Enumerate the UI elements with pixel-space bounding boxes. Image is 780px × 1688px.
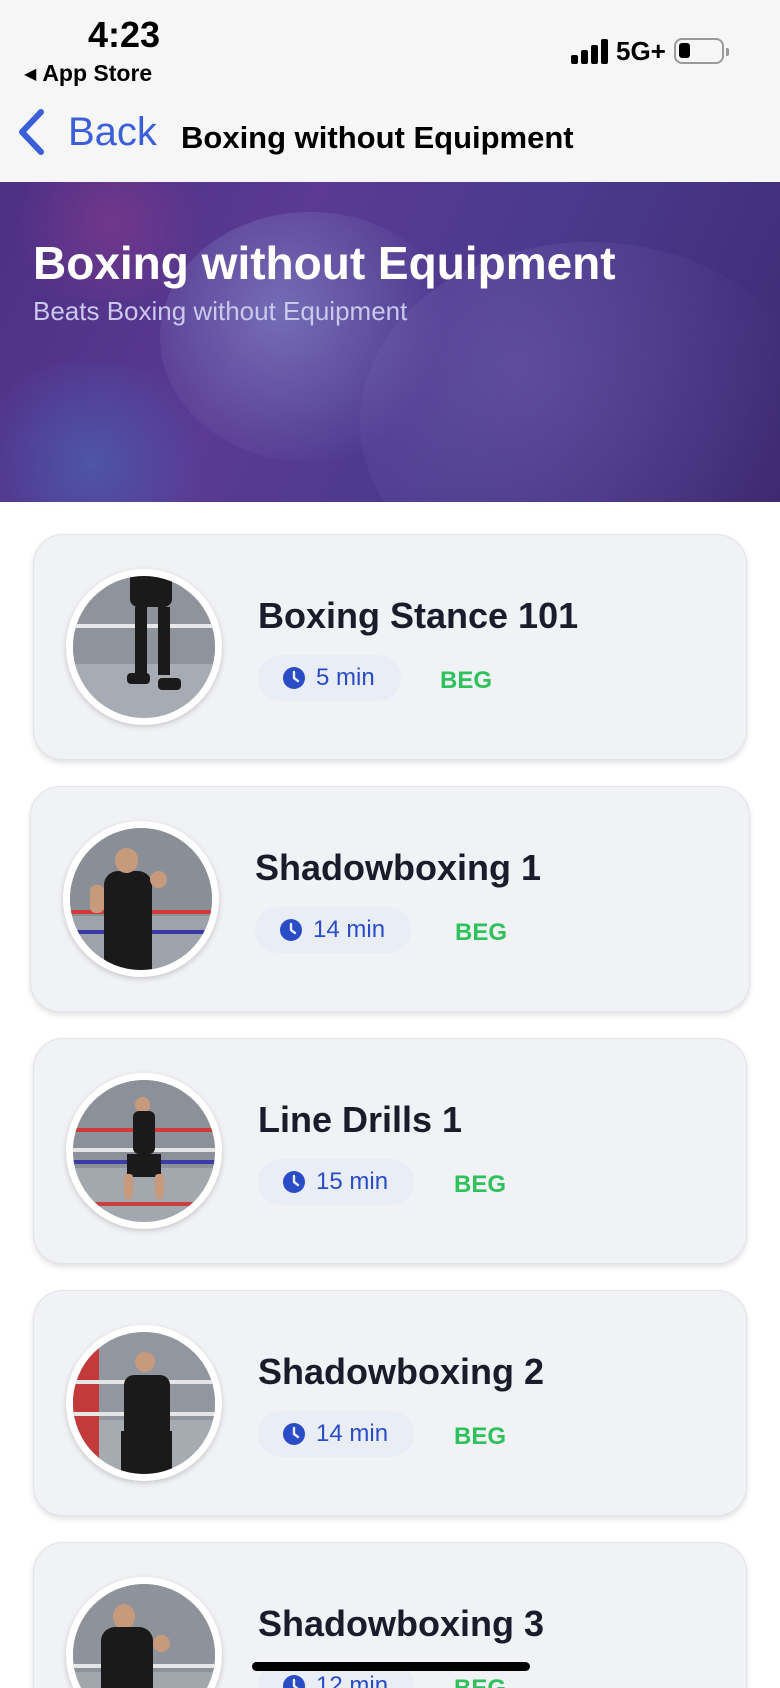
duration-text: 12 min (316, 1672, 389, 1688)
status-time: 4:23 (88, 14, 161, 55)
hero-subtitle: Beats Boxing without Equipment (33, 296, 408, 326)
duration-badge: 14 min (255, 907, 412, 953)
clock-icon (283, 1171, 305, 1193)
workout-thumbnail (63, 821, 219, 977)
level-label: BEG (440, 667, 493, 694)
network-type: 5G+ (616, 36, 666, 66)
back-app-label: App Store (42, 60, 153, 86)
home-indicator[interactable] (252, 1662, 530, 1671)
clock-icon (283, 667, 305, 689)
workout-title: Line Drills 1 (258, 1099, 463, 1140)
workout-card[interactable]: Shadowboxing 1 14 min BEG (30, 786, 750, 1012)
chevron-left-icon (19, 109, 44, 155)
level-label: BEG (454, 1675, 506, 1688)
workout-title: Shadowboxing 1 (255, 847, 542, 888)
level-label: BEG (455, 919, 508, 946)
duration-text: 15 min (316, 1168, 389, 1195)
duration-text: 14 min (316, 1420, 389, 1447)
workout-thumbnail (66, 1073, 222, 1229)
status-bar: 4:23 ◀ App Store 5G+ (0, 0, 780, 96)
back-triangle-icon: ◀ (24, 66, 37, 83)
workout-thumbnail (66, 569, 222, 725)
back-button[interactable]: Back (16, 108, 157, 156)
hero-banner: Boxing without Equipment Beats Boxing wi… (0, 182, 780, 502)
workout-title: Boxing Stance 101 (258, 595, 579, 636)
workout-title: Shadowboxing 2 (258, 1351, 545, 1392)
workout-thumbnail (66, 1325, 222, 1481)
back-button-label: Back (68, 109, 157, 154)
duration-text: 14 min (313, 916, 386, 943)
hero-title: Boxing without Equipment (33, 237, 616, 289)
screen: 4:23 ◀ App Store 5G+ Back Boxing without … (0, 0, 780, 1688)
duration-badge: 5 min (258, 655, 401, 701)
cellular-signal-icon (571, 38, 609, 64)
level-label: BEG (454, 1423, 507, 1450)
duration-badge: 14 min (258, 1411, 415, 1457)
duration-text: 5 min (316, 664, 375, 691)
nav-title: Boxing without Equipment (181, 120, 574, 155)
workout-card[interactable]: Shadowboxing 2 14 min BEG (33, 1290, 747, 1516)
navigation-bar: Back Boxing without Equipment (0, 96, 780, 182)
workout-card[interactable]: Line Drills 1 15 min BEG (33, 1038, 747, 1264)
duration-badge: 15 min (258, 1159, 415, 1205)
workout-title: Shadowboxing 3 (258, 1603, 545, 1644)
workout-thumbnail (66, 1577, 222, 1688)
clock-icon (283, 1675, 305, 1688)
clock-icon (280, 919, 302, 941)
clock-icon (283, 1423, 305, 1445)
level-label: BEG (454, 1171, 507, 1198)
workout-card[interactable]: Boxing Stance 101 5 min BEG (33, 534, 747, 760)
battery-icon (674, 38, 729, 64)
back-to-app-store-link[interactable]: ◀ App Store (24, 60, 152, 87)
